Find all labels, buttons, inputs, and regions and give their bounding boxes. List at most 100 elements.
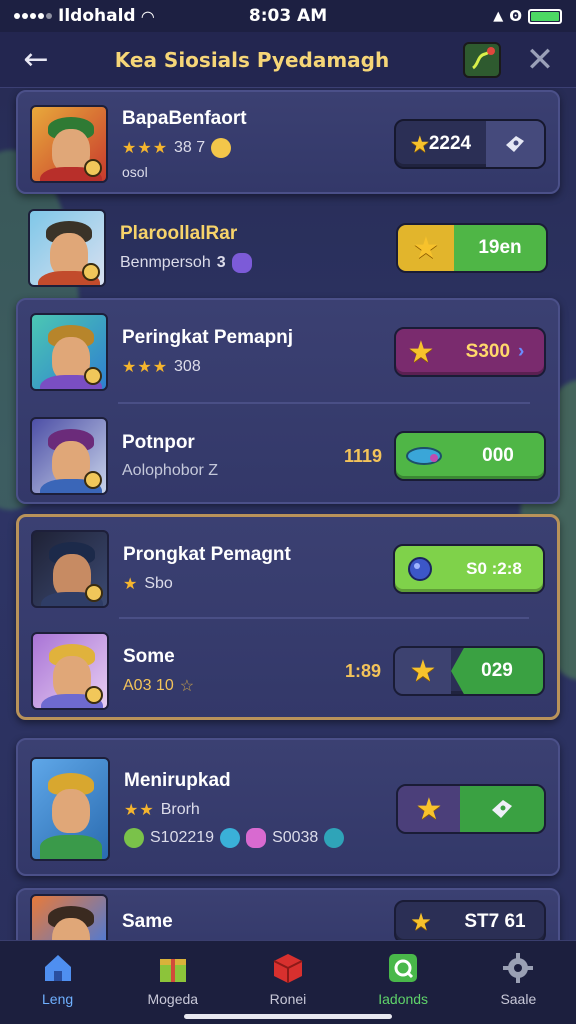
- star-icon: ★: [412, 230, 440, 266]
- ticket-icon: [486, 121, 544, 167]
- wifi-icon: ◠: [141, 6, 154, 26]
- player-stats: A03 10 ☆: [123, 676, 345, 696]
- star-icon-wrap: ★: [398, 786, 460, 832]
- ticket-icon: [460, 786, 544, 832]
- player-info: Same: [122, 911, 394, 933]
- location-icon: ▲: [493, 8, 504, 24]
- star-rating-icon: ★★★: [122, 359, 169, 376]
- reward-button[interactable]: ★ 2224: [394, 119, 546, 169]
- gem-icon: [124, 828, 144, 848]
- player-stats: ★ Sbo: [123, 574, 393, 594]
- orb-icon: [220, 828, 241, 848]
- reward-value: 029: [451, 648, 543, 694]
- avatar: [30, 105, 108, 183]
- currency-amount: S102219: [150, 829, 215, 846]
- leaderboard-icon: [386, 951, 420, 985]
- tab-settings[interactable]: Saale: [468, 951, 568, 1007]
- emblem-label: 3: [216, 254, 226, 271]
- player-info: Potnpor Aolophobor Z: [122, 432, 344, 480]
- tab-label: Ronei: [269, 991, 307, 1007]
- player-stats: Benmpersoh 3: [120, 253, 396, 273]
- star-icon: ★: [409, 653, 437, 689]
- list-row: Same ★ ST7 61: [18, 894, 558, 940]
- home-icon: [41, 951, 75, 985]
- tab-label: Leng: [42, 991, 74, 1007]
- status-bar: Ildohald ◠ 8:03 AM ▲ ʘ: [0, 0, 576, 32]
- carrier-label: Ildohald: [58, 6, 136, 26]
- battery-icon: [528, 8, 562, 24]
- tab-gifts[interactable]: Mogeda: [123, 951, 223, 1007]
- list-item[interactable]: Potnpor Aolophobor Z 1119 000: [18, 404, 558, 508]
- reward-button[interactable]: ★ 029: [393, 646, 545, 696]
- list-group-highlight: Prongkat Pemagnt ★ Sbo S0 :2:8 Some A03 …: [16, 514, 560, 720]
- avatar: [31, 530, 109, 608]
- side-score: 1:89: [344, 660, 381, 681]
- map-icon: [463, 41, 501, 78]
- cube-icon: [271, 951, 305, 985]
- tab-leaderboard[interactable]: Iadonds: [353, 951, 453, 1007]
- list-item[interactable]: Peringkat Pemapnj ★★★ 308 ★ S300 ›: [18, 300, 558, 404]
- avatar: [30, 757, 110, 861]
- reward-value: S0 :2:8: [466, 559, 522, 578]
- map-button[interactable]: [460, 38, 504, 82]
- player-subtitle: Aolophobor Z: [122, 462, 219, 479]
- star-icon-wrap: ★: [396, 329, 446, 375]
- home-indicator[interactable]: [184, 1014, 392, 1019]
- tab-shop[interactable]: Ronei: [238, 951, 338, 1007]
- avatar: [28, 209, 106, 287]
- list-item[interactable]: Some A03 10 ☆ 1:89 ★ 029: [19, 619, 557, 723]
- list-item[interactable]: Same ★ ST7 61: [16, 888, 560, 940]
- player-name: PlaroollalRar: [120, 223, 238, 244]
- gift-icon: [156, 951, 190, 985]
- status-left: Ildohald ◠: [14, 6, 154, 26]
- list-item[interactable]: PlaroollalRar Benmpersoh 3 ★ 19en: [16, 196, 560, 300]
- currency-amount: S0038: [272, 829, 319, 846]
- star-icon-wrap: ★: [395, 648, 451, 694]
- star-icon: ★: [415, 791, 443, 827]
- list-row: Menirupkad ★★ Brorh S102219 S0038 ★: [18, 752, 558, 866]
- player-stats: ★★ Brorh: [124, 800, 396, 820]
- tab-home[interactable]: Leng: [8, 951, 108, 1007]
- player-score: Brorh: [160, 801, 200, 818]
- reward-button[interactable]: ★ ST7 61: [394, 900, 546, 940]
- list-row: BapaBenfaort ★★★ 38 7 osol ★ 2224: [18, 92, 558, 196]
- back-button[interactable]: ←: [14, 38, 58, 82]
- star-icon: ★: [410, 908, 432, 936]
- player-score: 38 7: [174, 139, 206, 156]
- reward-button[interactable]: ★ 19en: [396, 223, 548, 273]
- reward-value: 000: [482, 445, 514, 466]
- list-item[interactable]: Menirupkad ★★ Brorh S102219 S0038 ★: [16, 738, 560, 876]
- candy-icon: [246, 828, 267, 848]
- player-info: Some A03 10 ☆: [123, 646, 345, 696]
- header: ← Kea Siosials Pyedamagh ✕: [0, 32, 576, 88]
- coin-icon: [211, 138, 232, 158]
- avatar: [30, 417, 108, 495]
- player-info: Peringkat Pemapnj ★★★ 308: [122, 327, 394, 377]
- player-info: BapaBenfaort ★★★ 38 7 osol: [122, 108, 394, 180]
- page-title: Kea Siosials Pyedamagh: [114, 47, 390, 72]
- reward-button[interactable]: S0 :2:8: [393, 544, 545, 594]
- reward-button[interactable]: 000: [394, 431, 546, 481]
- reward-value: 2224: [428, 133, 472, 154]
- list-item[interactable]: Prongkat Pemagnt ★ Sbo S0 :2:8: [19, 517, 557, 621]
- orb-icon: [324, 828, 345, 848]
- side-score: 1119: [343, 445, 382, 466]
- list-item[interactable]: BapaBenfaort ★★★ 38 7 osol ★ 2224: [16, 90, 560, 194]
- reward-button[interactable]: ★ S300 ›: [394, 327, 546, 377]
- avatar: [30, 313, 108, 391]
- avatar: [31, 632, 109, 710]
- reward-value-wrap: S300 ›: [446, 329, 544, 375]
- gem-icon: [396, 433, 452, 479]
- star-icon-wrap: ★: [398, 225, 454, 271]
- signal-icon: [14, 13, 52, 19]
- chevron-right-icon: ›: [518, 341, 525, 362]
- player-name: Some: [123, 646, 175, 667]
- star-icon: ☆: [179, 678, 195, 695]
- close-button[interactable]: ✕: [518, 38, 562, 82]
- reward-button[interactable]: ★: [396, 784, 546, 834]
- player-extra: osol: [122, 164, 148, 180]
- reward-value-wrap: ★ 2224: [396, 121, 486, 167]
- reward-value: ST7 61: [464, 911, 526, 932]
- tab-label: Saale: [500, 991, 537, 1007]
- currency-row: S102219 S0038: [124, 828, 396, 848]
